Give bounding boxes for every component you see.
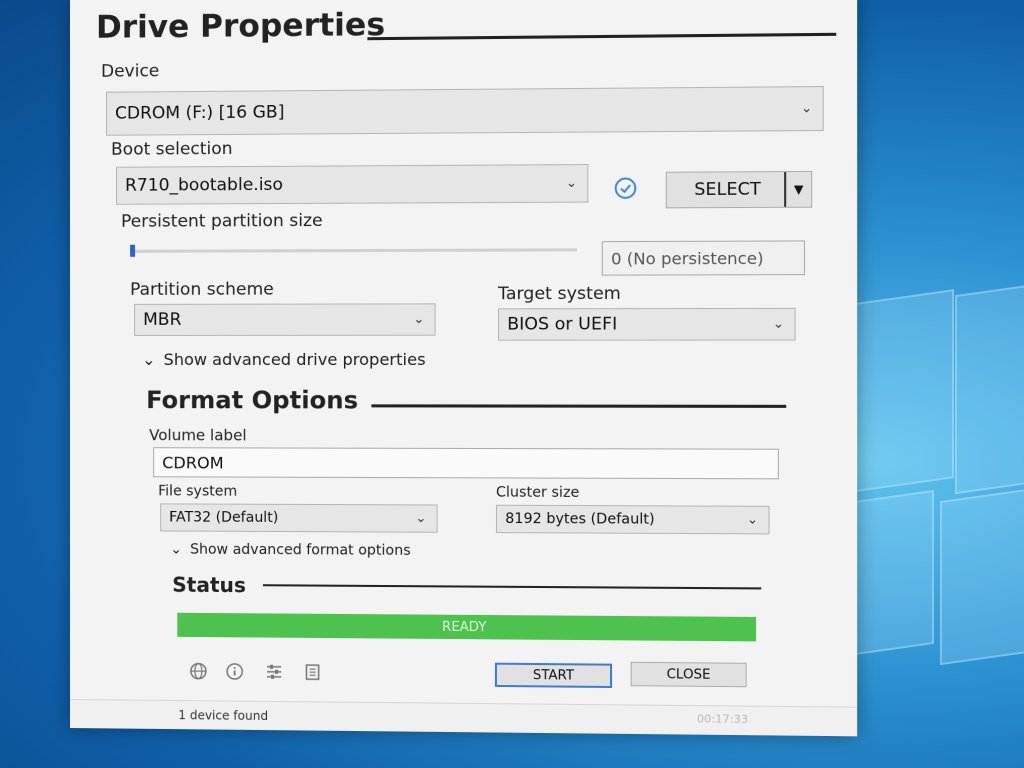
progress-status-text: READY [442, 619, 487, 635]
show-advanced-drive-toggle[interactable]: ⌄ Show advanced drive properties [142, 350, 425, 369]
log-icon[interactable] [301, 661, 323, 683]
volume-label-label: Volume label [149, 426, 247, 445]
status-bar: 1 device found 00:17:33 [70, 699, 858, 737]
cluster-size-label: Cluster size [495, 484, 580, 502]
chevron-down-icon: ⌄ [170, 541, 183, 558]
info-icon[interactable] [224, 660, 246, 682]
device-value: CDROM (F:) [16 GB] [115, 102, 285, 124]
rufus-dialog: Drive Properties Device CDROM (F:) [16 G… [70, 0, 858, 737]
device-select[interactable]: CDROM (F:) [16 GB] ⌄ [106, 86, 824, 136]
partition-scheme-value: MBR [143, 309, 182, 330]
drive-properties-heading: Drive Properties [96, 6, 386, 46]
elapsed-timer: 00:17:33 [696, 712, 749, 727]
file-system-label: File system [158, 483, 238, 500]
volume-label-input[interactable]: CDROM [153, 447, 779, 480]
show-advanced-format-toggle[interactable]: ⌄ Show advanced format options [170, 542, 410, 559]
device-label: Device [101, 61, 160, 82]
progress-bar: READY [177, 612, 757, 642]
boot-selection-select[interactable]: R710_bootable.iso ⌄ [116, 164, 589, 205]
show-advanced-format-label: Show advanced format options [190, 541, 411, 559]
select-dropdown-arrow-icon[interactable]: ▼ [784, 171, 812, 207]
cluster-size-value: 8192 bytes (Default) [505, 510, 655, 528]
partition-scheme-select[interactable]: MBR ⌄ [134, 303, 436, 336]
chevron-down-icon: ⌄ [142, 349, 156, 370]
file-system-value: FAT32 (Default) [169, 509, 279, 526]
heading-rule [371, 404, 787, 408]
chevron-down-icon: ⌄ [565, 175, 578, 192]
format-options-heading: Format Options [146, 386, 359, 415]
volume-label-value: CDROM [162, 452, 224, 472]
persistent-slider-thumb[interactable] [130, 244, 136, 257]
persistent-size-field[interactable]: 0 (No persistence) [601, 240, 805, 276]
target-system-label: Target system [498, 283, 621, 305]
show-advanced-drive-label: Show advanced drive properties [163, 349, 426, 370]
desktop-window-pane [940, 488, 1024, 666]
file-system-select[interactable]: FAT32 (Default) ⌄ [160, 503, 438, 533]
cluster-size-select[interactable]: 8192 bytes (Default) ⌄ [495, 504, 770, 535]
persistent-size-value: 0 (No persistence) [611, 248, 764, 269]
chevron-down-icon: ⌄ [746, 512, 759, 528]
boot-selection-label: Boot selection [111, 138, 233, 160]
close-button-label: CLOSE [666, 666, 711, 683]
chevron-down-icon: ⌄ [413, 311, 425, 328]
check-circle-icon[interactable] [614, 177, 637, 199]
desktop-window-pane [955, 284, 1024, 495]
partition-scheme-label: Partition scheme [130, 279, 274, 300]
target-system-select[interactable]: BIOS or UEFI ⌄ [498, 307, 796, 341]
devices-found-text: 1 device found [178, 708, 269, 724]
chevron-down-icon: ⌄ [772, 316, 785, 332]
start-button[interactable]: START [494, 662, 613, 689]
chevron-down-icon: ⌄ [415, 510, 427, 527]
status-heading: Status [172, 572, 246, 598]
close-button[interactable]: CLOSE [630, 661, 747, 688]
start-button-label: START [532, 667, 575, 684]
boot-selection-value: R710_bootable.iso [125, 174, 283, 196]
settings-sliders-icon[interactable] [263, 661, 285, 683]
select-button[interactable]: SELECT ▼ [665, 170, 813, 209]
globe-icon[interactable] [187, 660, 209, 682]
select-button-label: SELECT [694, 179, 761, 201]
persistent-slider-track[interactable] [130, 244, 578, 257]
heading-rule [367, 32, 837, 41]
chevron-down-icon: ⌄ [800, 100, 813, 117]
target-system-value: BIOS or UEFI [507, 314, 618, 335]
heading-rule [262, 584, 762, 590]
persistent-size-label: Persistent partition size [121, 210, 323, 232]
